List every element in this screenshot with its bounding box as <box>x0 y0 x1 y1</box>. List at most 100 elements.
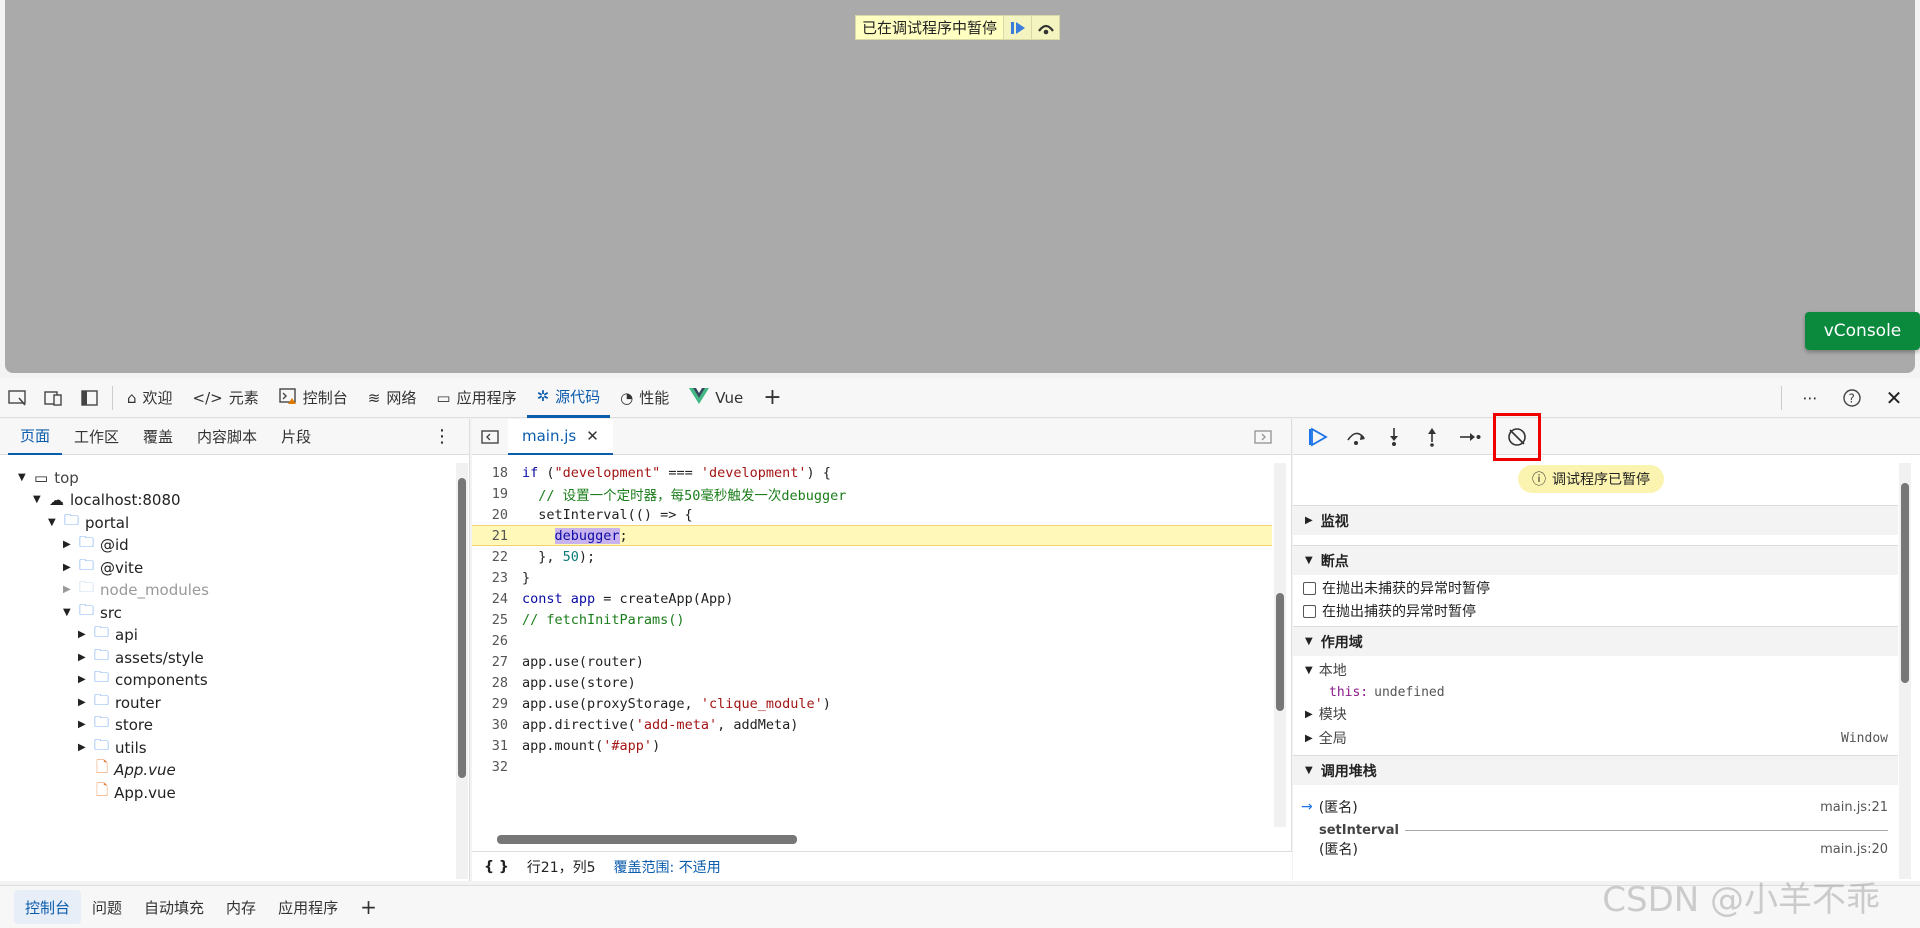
more-icon[interactable]: ⋯ <box>1792 380 1828 416</box>
expanded-icon: ▼ <box>63 607 71 618</box>
callstack-frame[interactable]: (匿名) main.js:20 <box>1293 840 1898 859</box>
scrollbar-thumb[interactable] <box>1901 483 1909 683</box>
bug-icon: ✲ <box>536 387 550 405</box>
tab-application[interactable]: ▭ 应用程序 <box>426 378 526 418</box>
vue-logo-icon <box>689 387 710 408</box>
file-tab-main-js[interactable]: main.js ✕ <box>508 418 613 455</box>
add-tab-button[interactable]: + <box>753 378 791 418</box>
tab-performance[interactable]: ◔ 性能 <box>610 378 679 418</box>
step-out-icon <box>1428 427 1436 447</box>
checkbox[interactable] <box>1303 604 1316 618</box>
resume-icon <box>1010 21 1025 34</box>
code-line: 29 app.use(proxyStorage, 'clique_module') <box>491 695 831 712</box>
paused-code-line: 21 debugger; <box>472 525 1272 546</box>
coverage-status[interactable]: 覆盖范围: 不适用 <box>614 857 721 877</box>
device-toggle-icon[interactable] <box>36 380 72 416</box>
drawer-tab-application[interactable]: 应用程序 <box>267 890 349 924</box>
frame-icon: ▭ <box>34 468 49 487</box>
scrollbar-thumb[interactable] <box>458 478 466 778</box>
collapsed-icon: ▶ <box>78 629 86 640</box>
tab-workspace[interactable]: 工作区 <box>62 419 131 455</box>
code-line: 19 // 设置一个定时器，每50毫秒触发一次debugger <box>491 485 847 504</box>
debugger-scrollbar[interactable] <box>1899 463 1911 879</box>
section-breakpoints[interactable]: ▼ 断点 <box>1293 545 1898 575</box>
tab-content-scripts[interactable]: 内容脚本 <box>185 419 269 455</box>
code-line: 27 app.use(router) <box>491 653 644 670</box>
resume-button[interactable] <box>1303 422 1333 452</box>
vconsole-button[interactable]: vConsole <box>1805 312 1920 350</box>
divider <box>1405 829 1888 831</box>
plus-icon: + <box>763 385 782 410</box>
code-lines[interactable]: 18 if ("development" === 'development') {… <box>472 459 1272 819</box>
step-button[interactable] <box>1455 422 1485 452</box>
sidebar-toggle-icon[interactable] <box>72 380 108 416</box>
more-vertical-icon[interactable]: ⋮ <box>433 426 451 447</box>
code-line: 30 app.directive('add-meta', addMeta) <box>491 716 799 733</box>
toggle-navigator-icon[interactable] <box>472 419 508 455</box>
deactivate-breakpoints-icon <box>1508 427 1526 446</box>
code-line: 31 app.mount('#app') <box>491 737 661 754</box>
tab-vue[interactable]: Vue <box>679 378 753 418</box>
drawer-tab-memory[interactable]: 内存 <box>215 890 267 924</box>
collapsed-icon: ▶ <box>1305 708 1313 720</box>
callstack-frame[interactable]: → (匿名) main.js:21 <box>1293 796 1898 818</box>
resume-button[interactable] <box>1003 16 1032 39</box>
toggle-debugger-icon[interactable] <box>1245 419 1281 455</box>
tab-welcome[interactable]: ⌂ 欢迎 <box>117 378 183 418</box>
close-tab-icon[interactable]: ✕ <box>586 427 599 445</box>
section-watch[interactable]: ▶ 监视 <box>1293 505 1898 535</box>
code-line: 18 if ("development" === 'development') { <box>491 464 831 481</box>
collapsed-icon: ▶ <box>78 697 86 708</box>
navigator-scrollbar[interactable] <box>456 463 468 879</box>
tab-page[interactable]: 页面 <box>8 419 63 455</box>
deactivate-breakpoints-button[interactable] <box>1493 412 1541 461</box>
tab-network[interactable]: ≋ 网络 <box>358 378 427 418</box>
code-line: 23} <box>491 569 531 586</box>
close-icon[interactable]: ✕ <box>1876 380 1912 416</box>
checkbox-pause-caught[interactable]: 在抛出捕获的异常时暂停 <box>1293 600 1898 622</box>
navigator-tabs: 页面 工作区 覆盖 内容脚本 片段 ⋮ <box>0 419 469 455</box>
expanded-icon: ▼ <box>33 494 41 505</box>
section-callstack[interactable]: ▼ 调用堆栈 <box>1293 755 1898 785</box>
checkbox-pause-uncaught[interactable]: 在抛出未捕获的异常时暂停 <box>1293 577 1898 599</box>
tab-sources[interactable]: ✲ 源代码 <box>526 378 611 418</box>
expanded-icon: ▼ <box>48 517 56 528</box>
collapsed-icon: ▶ <box>63 584 71 595</box>
scope-global[interactable]: ▶ 全局 Window <box>1293 727 1898 749</box>
section-scope[interactable]: ▼ 作用域 <box>1293 626 1898 656</box>
arrow-right-icon: → <box>1301 799 1313 815</box>
tab-overrides[interactable]: 覆盖 <box>131 419 185 455</box>
scope-module[interactable]: ▶ 模块 <box>1293 703 1898 725</box>
drawer-tab-issues[interactable]: 问题 <box>81 890 133 924</box>
editor-vscrollbar[interactable] <box>1274 463 1286 827</box>
step-over-button[interactable] <box>1341 422 1371 452</box>
scope-local[interactable]: ▼ 本地 <box>1293 659 1898 681</box>
step-into-button[interactable] <box>1379 422 1409 452</box>
add-drawer-tab-button[interactable]: + <box>349 890 388 924</box>
step-out-button[interactable] <box>1417 422 1447 452</box>
scrollbar-thumb[interactable] <box>1276 593 1284 711</box>
help-icon[interactable]: ? <box>1834 380 1870 416</box>
drawer-tab-autofill[interactable]: 自动填充 <box>133 890 215 924</box>
step-icon <box>1460 432 1481 441</box>
debugger-paused-badge: ⓘ 调试程序已暂停 <box>1518 465 1664 493</box>
tab-elements[interactable]: </> 元素 <box>183 378 269 418</box>
editor-hscrollbar[interactable] <box>482 833 1262 845</box>
code-icon: </> <box>192 388 223 407</box>
code-line: 20 setInterval(() => { <box>491 506 693 523</box>
tab-console[interactable]: 控制台 <box>269 378 358 418</box>
scrollbar-thumb[interactable] <box>497 835 797 844</box>
collapsed-icon: ▶ <box>63 539 71 550</box>
tab-snippets[interactable]: 片段 <box>269 419 323 455</box>
gauge-icon: ◔ <box>620 388 634 407</box>
collapsed-icon: ▶ <box>78 742 86 753</box>
page-viewport: 已在调试程序中暂停 vConsole <box>5 0 1920 373</box>
step-over-button[interactable] <box>1031 16 1060 39</box>
collapsed-icon: ▶ <box>1305 515 1313 526</box>
code-line: 22 }, 50); <box>491 548 596 565</box>
inspect-icon[interactable] <box>0 380 36 416</box>
drawer-tab-console[interactable]: 控制台 <box>14 890 82 924</box>
tree-item[interactable]: 🗋 App.vue <box>96 779 176 806</box>
checkbox[interactable] <box>1303 581 1316 595</box>
pretty-print-button[interactable]: { } <box>484 859 509 875</box>
